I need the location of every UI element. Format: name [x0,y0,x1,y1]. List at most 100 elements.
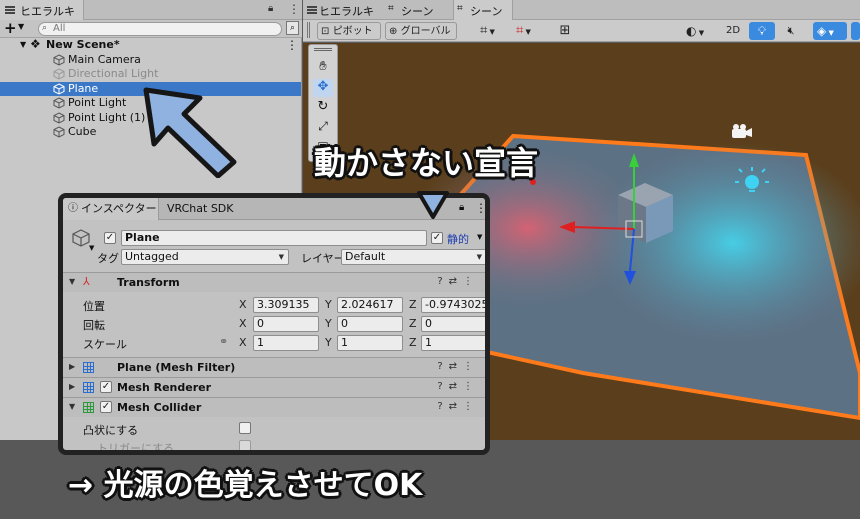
scale-z-field[interactable]: 1 [421,335,485,351]
move-tool[interactable]: ✥ [313,79,333,97]
effects-dropdown[interactable]: ◈ ▼ [813,22,847,40]
static-label: 静的 [447,233,469,246]
chevron-right-icon[interactable]: ▶ [69,382,75,391]
chevron-down-icon[interactable]: ▼ [477,233,482,241]
tab-label: シーン [401,5,434,18]
more-menu-icon[interactable]: ⋮ [288,2,300,16]
tab-vrchat-sdk[interactable]: VRChat SDK [159,198,234,220]
gizmos-button[interactable] [851,22,860,40]
tab-scene[interactable]: ⌗ シーン [385,0,451,20]
gameobject-icon [53,53,65,66]
transform-header[interactable]: ▼ ⅄ Transform ?⇄⋮ [63,272,485,292]
component-actions[interactable]: ?⇄⋮ [437,381,479,392]
mesh-renderer-header[interactable]: ▶ ✓ Mesh Renderer ?⇄⋮ [63,377,485,397]
gameobject-icon [53,68,65,80]
position-y-field[interactable]: 2.024617 [337,297,403,313]
hand-tool[interactable]: ✋︎ [313,59,333,77]
chevron-down-icon[interactable]: ▼ [69,277,75,286]
tag-dropdown[interactable]: Untagged [121,249,289,265]
chevron-right-icon[interactable]: ▶ [69,362,75,371]
bottom-callout-text: → 光源の色覚えさせてOK [68,468,423,503]
tab-hierarchy[interactable]: ヒエラルキー [303,0,383,34]
chevron-down-icon[interactable]: ▼ [69,402,75,411]
global-dropdown[interactable]: ⊕ グローバル ▼ [385,22,457,54]
hierarchy-item-label: Main Camera [68,52,141,66]
position-z-field[interactable]: -0.9743025 [421,297,485,313]
mesh-filter-icon [83,362,94,373]
add-button[interactable]: + [4,19,17,37]
lock-icon[interactable]: 🔒︎ [459,202,464,213]
mesh-renderer-enabled-checkbox[interactable]: ✓ [100,381,112,393]
grid-icon: ⌗ [457,3,463,14]
component-actions[interactable]: ?⇄⋮ [437,401,479,412]
lock-icon[interactable]: 🔒︎ [268,3,273,14]
rotation-z-field[interactable]: 0 [421,316,485,332]
rotate-tool[interactable]: ↻ [313,99,333,117]
chevron-down-icon[interactable]: ▼ [18,22,24,31]
scale-x-field[interactable]: 1 [253,335,319,351]
tab-hierarchy[interactable]: ヒエラルキー [0,0,84,34]
active-checkbox[interactable]: ✓ [104,232,116,244]
search-placeholder: All [53,23,66,34]
convex-label: 凸状にする [83,424,139,437]
layer-dropdown[interactable]: Default [341,249,485,265]
inspector-panel: ⓘ インスペクター VRChat SDK 🔒︎ ⋮ ▼ ✓ Plane ✓ 静的… [58,193,490,455]
hierarchy-item[interactable]: Main Camera [0,53,301,68]
shading-mode-button[interactable]: ◐ ▼ [683,22,717,40]
search-filter-icon[interactable]: ⌕ [286,21,299,35]
component-actions[interactable]: ?⇄⋮ [437,276,479,287]
scale-y-field[interactable]: 1 [337,335,403,351]
axis-x: X [239,336,247,349]
audio-mute-icon: 🔇︎ [787,24,795,37]
tab-scene-active[interactable]: ⌗ シーン [453,0,513,20]
axis-z: Z [409,336,417,349]
grid-snap-button[interactable]: ⌗ ▼ [477,22,511,40]
scale-tool[interactable]: ⤢ [313,119,333,137]
trigger-label: トリガーにする [97,442,175,455]
more-menu-icon[interactable]: ⋮ [475,201,485,215]
position-x-field[interactable]: 3.309135 [253,297,319,313]
drag-handle-icon[interactable] [307,22,310,38]
increment-snap-button[interactable]: ⌗ ▼ [513,22,547,40]
callout-arrow-down [417,191,449,219]
gameobject-icon [53,126,65,138]
mesh-collider-enabled-checkbox[interactable]: ✓ [100,401,112,413]
chevron-down-icon[interactable]: ▼ [20,38,26,52]
scale-icon: ⤢ [318,119,328,133]
scene-toolbar: ⊡ ピボット ▼ ⊕ グローバル ▼ ⌗ ▼ ⌗ ▼ ⊞ ◐ ▼ 2D 💡︎ 🔇… [303,20,860,54]
object-name-field[interactable]: Plane [121,230,427,246]
mesh-filter-header[interactable]: ▶ Plane (Mesh Filter) ?⇄⋮ [63,357,485,377]
scene-row[interactable]: ▼ ❖ New Scene* ⋮ [0,37,301,53]
pivot-dropdown[interactable]: ⊡ ピボット ▼ [317,22,381,54]
more-menu-icon[interactable]: ⋮ [286,38,298,52]
axis-y: Y [325,336,332,349]
rotation-y-field[interactable]: 0 [337,316,403,332]
component-actions[interactable]: ?⇄⋮ [437,361,479,372]
tab-inspector[interactable]: ⓘ インスペクター [63,198,159,220]
rotation-x-field[interactable]: 0 [253,316,319,332]
pivot-icon: ⊡ [321,26,330,37]
mesh-renderer-title: Mesh Renderer [117,381,212,394]
hierarchy-item-label: Point Light (1) [68,110,146,124]
axis-z: Z [409,298,417,311]
align-button[interactable]: ⊞ [555,22,575,40]
mesh-filter-title: Plane (Mesh Filter) [117,361,236,374]
tab-label: VRChat SDK [167,202,234,215]
hierarchy-item[interactable]: Directional Light [0,67,301,82]
chevron-down-icon[interactable]: ▼ [89,244,94,252]
convex-checkbox[interactable] [239,422,251,434]
mesh-renderer-icon [83,382,94,393]
lighting-toggle[interactable]: 💡︎ [749,22,775,40]
mesh-collider-header[interactable]: ▼ ✓ Mesh Collider ?⇄⋮ [63,397,485,417]
link-icon[interactable]: ⚭ [219,335,228,348]
drag-handle-icon[interactable] [314,48,332,51]
trigger-checkbox[interactable] [239,440,251,450]
position-label: 位置 [83,300,105,313]
layers-icon: ◈ [817,24,827,38]
axis-z: Z [409,317,417,330]
static-checkbox[interactable]: ✓ [431,232,443,244]
hierarchy-item-label: Plane [68,81,99,95]
search-input[interactable]: ⌕ All [38,22,282,36]
mode-2d-button[interactable]: 2D [721,22,745,40]
audio-toggle[interactable]: 🔇︎ [781,22,801,40]
